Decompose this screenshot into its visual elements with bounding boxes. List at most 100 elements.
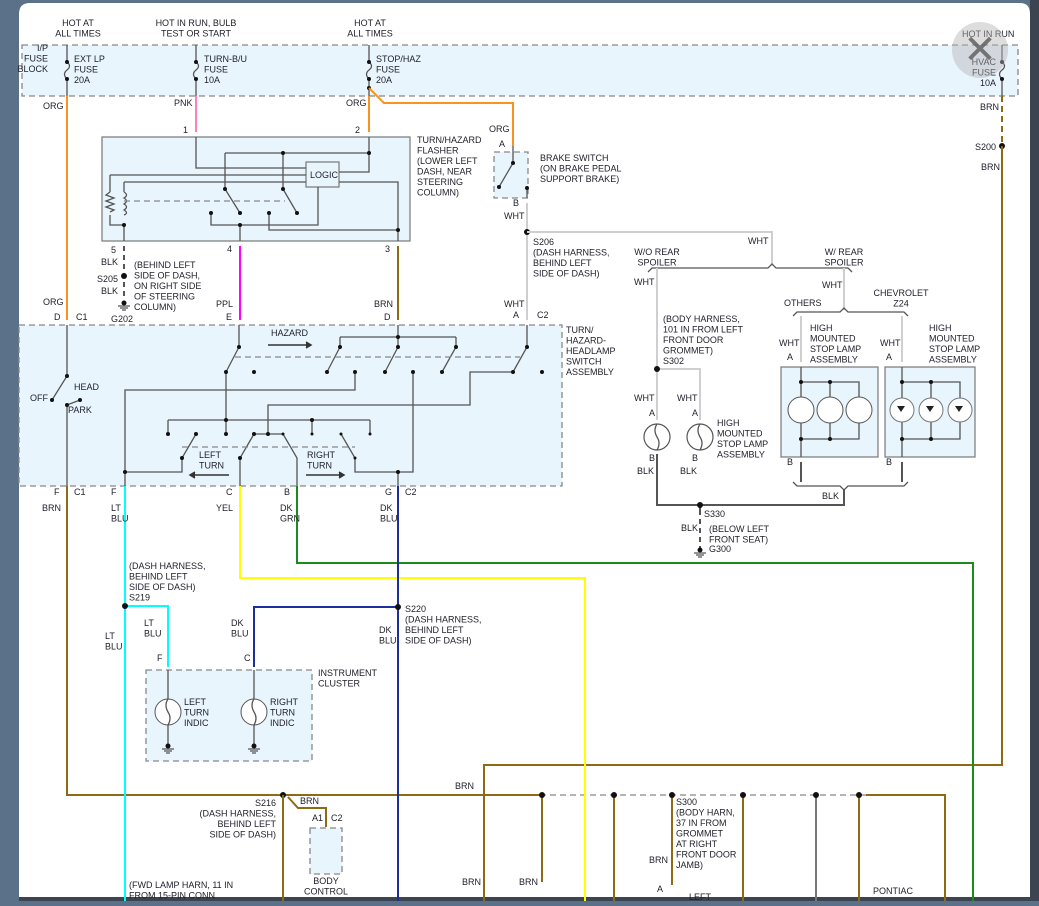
svg-text:A: A (886, 352, 892, 362)
label-line: DK (380, 503, 393, 513)
svg-text:BRN: BRN (981, 162, 1000, 172)
label-line: STOP/HAZ (376, 54, 421, 64)
label-line: BLU (111, 514, 129, 524)
label-line: FROM 15-PIN CONN (129, 891, 215, 901)
splice-s330 (697, 502, 703, 508)
label-line: SWITCH (566, 357, 602, 367)
label-line: S300 (676, 797, 697, 807)
label-line: SIDE OF DASH, (134, 271, 200, 281)
label-line: ALL TIMES (55, 29, 101, 39)
svg-text:WHT: WHT (504, 299, 525, 309)
label-line: ASSEMBLY (717, 450, 765, 460)
label-line: CHEVROLET (873, 288, 929, 298)
svg-text:5: 5 (111, 245, 116, 255)
label-line: FRONT DOOR (676, 850, 737, 860)
svg-text:G202: G202 (111, 314, 133, 324)
g300-location-label: (BELOW LEFT FRONT SEAT) (709, 524, 770, 545)
off-label: OFF (30, 393, 48, 403)
wiring-diagram: LOGIC TURN/HAZARD FLASHER (LOWER LEFT DASH,… (17, 0, 1039, 902)
svg-text:C2: C2 (331, 813, 343, 823)
brake-switch (493, 151, 529, 199)
label-line: (DASH HARNESS, (129, 561, 206, 571)
with-spoiler-label: W/ REAR SPOILER (824, 247, 864, 268)
label-line: BEHIND LEFT (405, 625, 464, 635)
svg-text:BRN: BRN (462, 877, 481, 887)
label-line: LT (111, 503, 121, 513)
splice-s219 (122, 603, 128, 609)
label-line: TURN-B/U (204, 54, 247, 64)
svg-text:A: A (657, 884, 663, 894)
label-line: COLUMN) (134, 302, 176, 312)
svg-text:A: A (499, 139, 505, 149)
label-line: TURN/ (566, 325, 594, 335)
label-line: SIDE OF DASH) (405, 636, 472, 646)
label-line: S216 (255, 798, 276, 808)
svg-text:BRN: BRN (374, 299, 393, 309)
label-line: 10A (204, 75, 220, 85)
svg-text:C2: C2 (537, 310, 549, 320)
head-label: HEAD (74, 382, 100, 392)
label-line: S219 (129, 593, 150, 603)
close-button[interactable]: ✕ (952, 22, 1008, 78)
svg-text:2: 2 (355, 125, 360, 135)
label-line: DASH, NEAR (417, 167, 473, 177)
label-line: (ON BRAKE PEDAL (540, 164, 622, 174)
label-line: CONTROL (304, 887, 348, 897)
svg-text:G: G (385, 487, 392, 497)
svg-text:WHT: WHT (634, 393, 655, 403)
label-line: S302 (663, 356, 684, 366)
label-line: GRN (280, 514, 300, 524)
label-line: LT (144, 618, 154, 628)
svg-text:BLK: BLK (101, 257, 118, 267)
logic-label: LOGIC (310, 170, 339, 180)
body-control-module (309, 827, 343, 875)
svg-text:WHT: WHT (748, 236, 769, 246)
svg-text:F: F (157, 653, 163, 663)
svg-text:WHT: WHT (880, 338, 901, 348)
svg-text:B: B (649, 453, 655, 463)
label-line: INDIC (184, 718, 209, 728)
label-line: SUPPORT BRAKE) (540, 174, 619, 184)
label-line: ASSEMBLY (566, 367, 614, 377)
label-line: BLU (231, 629, 249, 639)
label-line: BLU (105, 642, 123, 652)
label-line: GROMMET (676, 829, 723, 839)
hazard-label: HAZARD (271, 328, 309, 338)
svg-text:ORG: ORG (489, 124, 510, 134)
label-line: S220 (405, 604, 426, 614)
svg-text:A: A (692, 408, 698, 418)
label-line: SPOILER (824, 258, 864, 268)
label-line: ON RIGHT SIDE (134, 281, 201, 291)
label-line: I/P (37, 43, 48, 53)
right-turn-label: RIGHT TURN (307, 450, 336, 471)
label-line: (LOWER LEFT (417, 156, 478, 166)
svg-text:C1: C1 (74, 487, 86, 497)
label-line: 20A (376, 75, 392, 85)
label-line: ASSEMBLY (929, 355, 977, 365)
label-line: SIDE OF DASH) (129, 582, 196, 592)
svg-text:F: F (54, 487, 60, 497)
fuse-block (21, 44, 1019, 97)
label-line: S206 (533, 237, 554, 247)
label-line: MOUNTED (717, 429, 763, 439)
svg-text:BLK: BLK (637, 466, 654, 476)
svg-text:PNK: PNK (174, 98, 193, 108)
label-line: OF STEERING (134, 292, 195, 302)
label-line: (FWD LAMP HARN, 11 IN (129, 880, 233, 890)
left-turn-label: LEFT TURN (199, 450, 224, 471)
svg-text:B: B (692, 453, 698, 463)
label-line: HIGH (929, 323, 952, 333)
svg-text:WHT: WHT (822, 280, 843, 290)
park-label: PARK (68, 405, 92, 415)
label-line: LT (105, 631, 115, 641)
label-line: EXT LP (74, 54, 105, 64)
svg-text:BLK: BLK (681, 523, 698, 533)
label-line: COLUMN) (417, 188, 459, 198)
others-label: OTHERS (784, 298, 822, 308)
label-line: AT RIGHT (676, 839, 718, 849)
splice-s205 (121, 273, 127, 279)
label-line: SIDE OF DASH) (533, 269, 600, 279)
pontiac-label: PONTIAC (873, 886, 914, 896)
label-line: HAZARD- (566, 336, 606, 346)
label-line: LEFT (199, 450, 222, 460)
